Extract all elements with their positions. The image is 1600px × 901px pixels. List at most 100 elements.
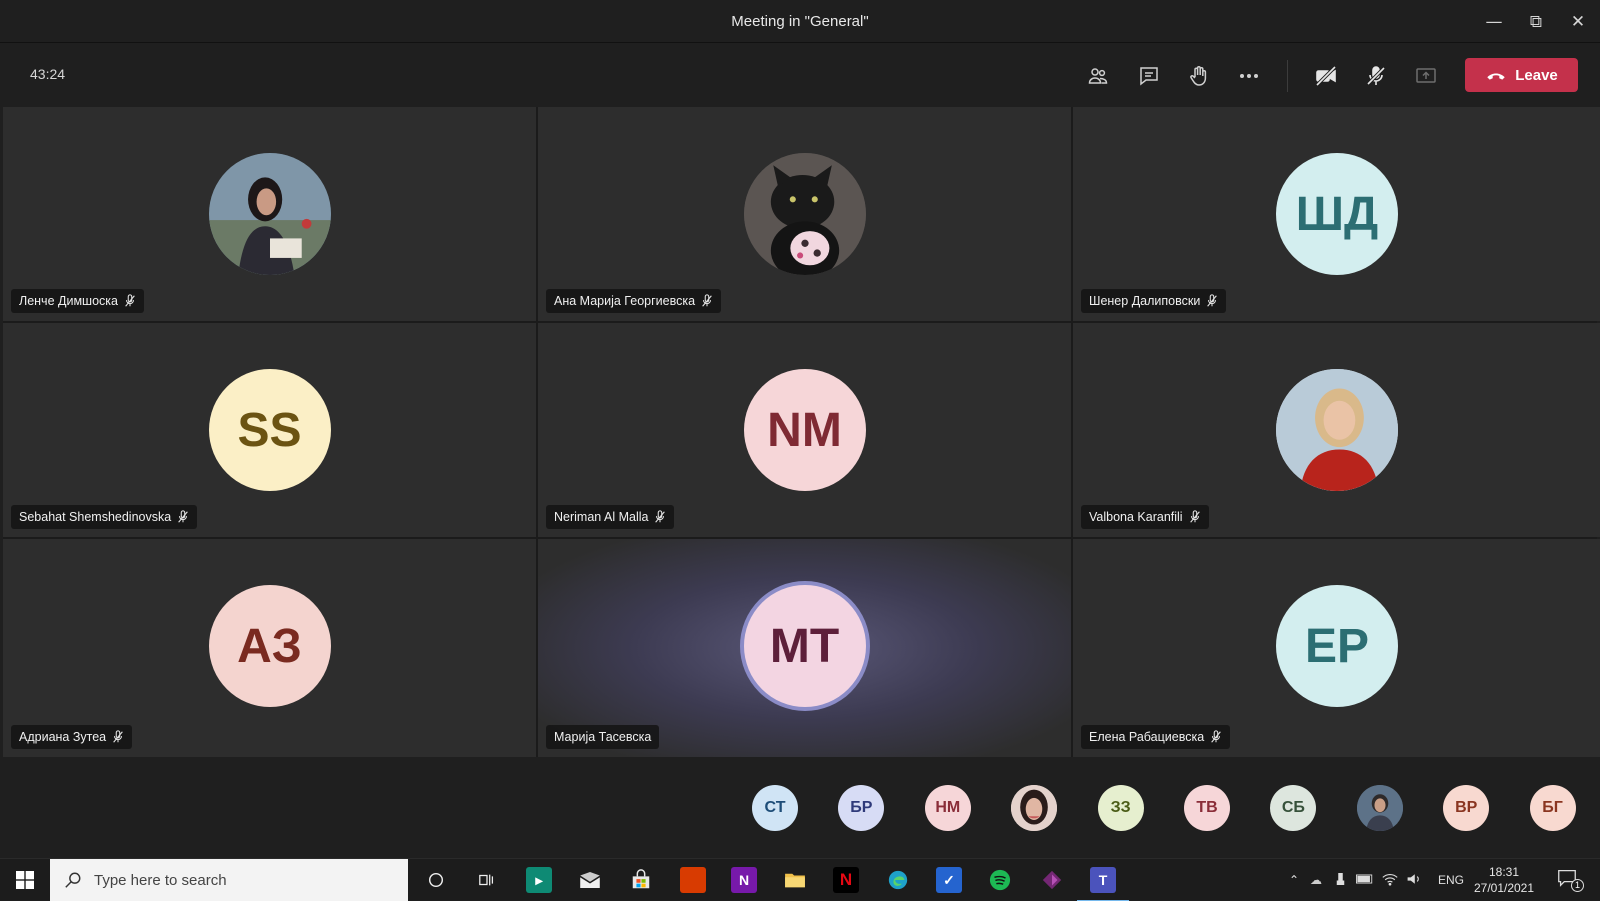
overflow-participant-avatar[interactable]: ЗЗ xyxy=(1097,785,1144,831)
meeting-timer: 43:24 xyxy=(30,66,66,82)
notification-count: 1 xyxy=(1571,879,1584,892)
cortana-icon[interactable] xyxy=(423,867,449,893)
overflow-participant-avatar[interactable]: БГ xyxy=(1529,785,1576,831)
participant-nameplate: Шенер Далиповски xyxy=(1081,289,1227,313)
video-grid: Ленче Димшоска Ана Марија Георгиевска ШД Ше… xyxy=(3,107,1600,757)
toolbar-divider xyxy=(1287,60,1288,92)
raise-hand-button[interactable] xyxy=(1179,56,1219,96)
mic-off-icon xyxy=(1211,730,1221,743)
mic-toggle-button[interactable] xyxy=(1356,56,1396,96)
participant-name: Шенер Далиповски xyxy=(1089,294,1201,308)
camera-toggle-button[interactable] xyxy=(1306,56,1346,96)
power-apps-icon[interactable] xyxy=(1039,867,1065,893)
mic-off-icon xyxy=(113,730,123,743)
notification-center-button[interactable]: 1 xyxy=(1556,867,1586,893)
file-explorer-icon[interactable] xyxy=(782,867,808,893)
camera-off-icon xyxy=(1315,65,1337,87)
overflow-participant-avatar[interactable]: ТВ xyxy=(1184,785,1230,831)
participant-name: Адриана Зутеа xyxy=(19,730,107,744)
mic-off-icon xyxy=(1366,66,1386,86)
windows-taskbar: Type here to search ▸ N N ✓ T ⌃ ☁ ENG 18:31 … xyxy=(0,858,1600,901)
participant-tile[interactable]: Ана Марија Георгиевска xyxy=(538,107,1071,321)
usb-device-icon[interactable] xyxy=(1328,872,1352,889)
battery-icon[interactable] xyxy=(1352,873,1378,887)
overflow-participant-photo[interactable] xyxy=(1356,785,1403,831)
participant-photo xyxy=(743,153,866,275)
participant-nameplate: Neriman Al Malla xyxy=(546,505,675,529)
overflow-participant-photo[interactable] xyxy=(1011,785,1058,831)
task-view-icon[interactable] xyxy=(474,867,500,893)
window-titlebar: Meeting in "General" — ⧉ ✕ xyxy=(0,0,1600,43)
mic-off-icon xyxy=(1207,294,1218,307)
mail-icon[interactable] xyxy=(577,867,603,893)
teams-icon[interactable]: T xyxy=(1090,867,1116,893)
onenote-icon[interactable]: N xyxy=(731,867,757,893)
participant-initials-avatar: ШД xyxy=(1276,153,1398,275)
participant-photo xyxy=(208,153,331,275)
participant-tile[interactable]: Valbona Karanfili xyxy=(1073,323,1600,537)
participant-name: Sebahat Shemshedinovska xyxy=(19,510,172,524)
participant-photo xyxy=(1276,369,1398,491)
search-placeholder: Type here to search xyxy=(94,871,227,889)
mic-off-icon xyxy=(655,510,666,523)
office-icon[interactable] xyxy=(680,867,706,893)
window-title: Meeting in "General" xyxy=(731,13,869,30)
search-icon xyxy=(65,872,81,888)
participants-button[interactable] xyxy=(1078,56,1118,96)
participant-nameplate: Адриана Зутеа xyxy=(11,725,133,749)
volume-icon[interactable] xyxy=(1402,872,1426,889)
onedrive-icon[interactable]: ☁ xyxy=(1304,873,1328,887)
participant-tile[interactable]: NM Neriman Al Malla xyxy=(538,323,1071,537)
participant-name: Valbona Karanfili xyxy=(1089,510,1183,524)
participant-name: Елена Рабациевска xyxy=(1089,730,1205,744)
participant-tile[interactable]: АЗ Адриана Зутеа xyxy=(3,539,536,757)
netflix-icon[interactable]: N xyxy=(833,867,859,893)
more-options-button[interactable] xyxy=(1229,56,1269,96)
participant-initials-avatar: NM xyxy=(743,369,866,491)
participant-name: Ана Марија Георгиевска xyxy=(554,294,696,308)
restore-icon[interactable]: ⧉ xyxy=(1520,8,1552,36)
overflow-participant-avatar[interactable]: СТ xyxy=(752,785,798,831)
share-screen-button[interactable] xyxy=(1406,56,1446,96)
edge-icon[interactable] xyxy=(885,867,911,893)
participant-nameplate: Елена Рабациевска xyxy=(1081,725,1231,749)
overflow-participant-avatar[interactable]: ВР xyxy=(1443,785,1490,831)
taskbar-search-box[interactable]: Type here to search xyxy=(50,859,408,901)
store-icon[interactable] xyxy=(628,867,654,893)
share-screen-icon xyxy=(1416,68,1436,83)
leave-label: Leave xyxy=(1515,66,1558,84)
start-button[interactable] xyxy=(0,859,50,901)
ellipsis-icon xyxy=(1240,74,1258,78)
participant-tile[interactable]: ЕР Елена Рабациевска xyxy=(1073,539,1600,757)
hand-icon xyxy=(1190,66,1207,86)
leave-button[interactable]: Leave xyxy=(1465,58,1578,92)
hang-up-icon xyxy=(1487,73,1505,80)
input-language[interactable]: ENG xyxy=(1438,873,1464,887)
participant-tile[interactable]: ШД Шенер Далиповски xyxy=(1073,107,1600,321)
taskbar-clock[interactable]: 18:31 27/01/2021 xyxy=(1462,864,1546,896)
overflow-participant-avatar[interactable]: БР xyxy=(838,785,885,831)
spotify-icon[interactable] xyxy=(987,867,1013,893)
clock-time: 18:31 xyxy=(1488,865,1520,879)
system-tray: ⌃ ☁ ENG xyxy=(1284,859,1464,901)
sway-icon[interactable]: ▸ xyxy=(526,867,552,893)
overflow-participant-avatar[interactable]: СБ xyxy=(1270,785,1317,831)
participant-initials-avatar: МТ xyxy=(743,585,866,707)
participant-name: Марија Тасевска xyxy=(554,730,652,744)
participant-nameplate: Valbona Karanfili xyxy=(1081,505,1209,529)
participant-nameplate: Sebahat Shemshedinovska xyxy=(11,505,198,529)
participant-tile[interactable]: Ленче Димшоска xyxy=(3,107,536,321)
wifi-icon[interactable] xyxy=(1378,872,1402,889)
close-icon[interactable]: ✕ xyxy=(1562,8,1594,36)
participant-tile[interactable]: SS Sebahat Shemshedinovska xyxy=(3,323,536,537)
overflow-participant-avatar[interactable]: НМ xyxy=(924,785,971,831)
participant-initials-avatar: АЗ xyxy=(208,585,331,707)
participant-tile[interactable]: МТ Марија Тасевска xyxy=(538,539,1071,757)
chat-button[interactable] xyxy=(1129,56,1169,96)
minimize-icon[interactable]: — xyxy=(1478,8,1510,36)
clock-date: 27/01/2021 xyxy=(1473,881,1535,895)
show-hidden-icons-icon[interactable]: ⌃ xyxy=(1284,873,1304,887)
mic-off-icon xyxy=(178,510,188,523)
participant-name: Ленче Димшоска xyxy=(19,294,118,308)
todo-icon[interactable]: ✓ xyxy=(936,867,962,893)
